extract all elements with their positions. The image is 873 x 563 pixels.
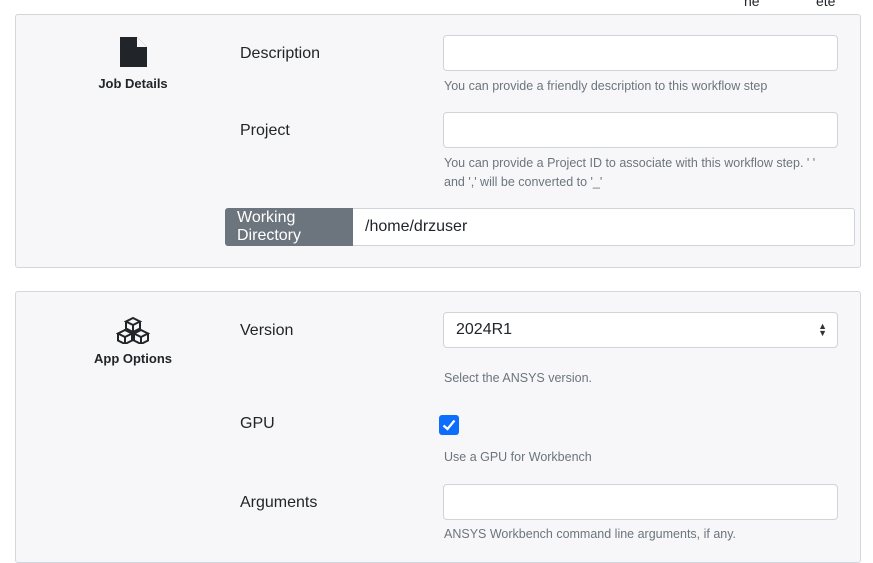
version-help: Select the ANSYS version. — [444, 371, 592, 385]
arguments-input[interactable] — [443, 484, 838, 520]
gpu-checkbox[interactable] — [439, 415, 459, 435]
description-input[interactable] — [443, 35, 838, 71]
version-label: Version — [240, 322, 294, 339]
description-label: Description — [240, 45, 321, 62]
app-options-label: App Options — [94, 351, 172, 366]
description-help: You can provide a friendly description t… — [444, 79, 768, 93]
top-fragment-left: ne — [744, 0, 760, 9]
app-options-header: App Options — [16, 316, 250, 366]
job-details-card: Job Details Description You can provide … — [15, 14, 861, 268]
version-value: 2024R1 — [456, 321, 513, 338]
checkmark-icon — [442, 419, 456, 431]
gpu-label: GPU — [240, 415, 275, 432]
select-arrows-icon: ▲ ▼ — [818, 321, 827, 338]
version-select[interactable]: 2024R1 ▲ ▼ — [443, 312, 838, 348]
cubes-icon — [115, 316, 151, 346]
working-directory-input[interactable]: /home/drzuser — [353, 208, 855, 246]
file-icon — [120, 37, 147, 67]
gpu-help: Use a GPU for Workbench — [444, 450, 592, 464]
working-directory-label: Working Directory — [225, 208, 353, 246]
project-label: Project — [240, 122, 290, 139]
project-help: You can provide a Project ID to associat… — [444, 156, 816, 189]
job-details-label: Job Details — [98, 76, 168, 91]
working-directory-group: Working Directory /home/drzuser — [225, 208, 855, 246]
project-input[interactable] — [443, 112, 838, 148]
app-options-card: App Options Version 2024R1 ▲ ▼ Select the… — [15, 291, 861, 563]
arguments-label: Arguments — [240, 494, 318, 511]
top-fragment-right: ete — [816, 0, 836, 9]
arguments-help: ANSYS Workbench command line arguments, … — [444, 527, 737, 541]
job-details-header: Job Details — [16, 35, 250, 91]
